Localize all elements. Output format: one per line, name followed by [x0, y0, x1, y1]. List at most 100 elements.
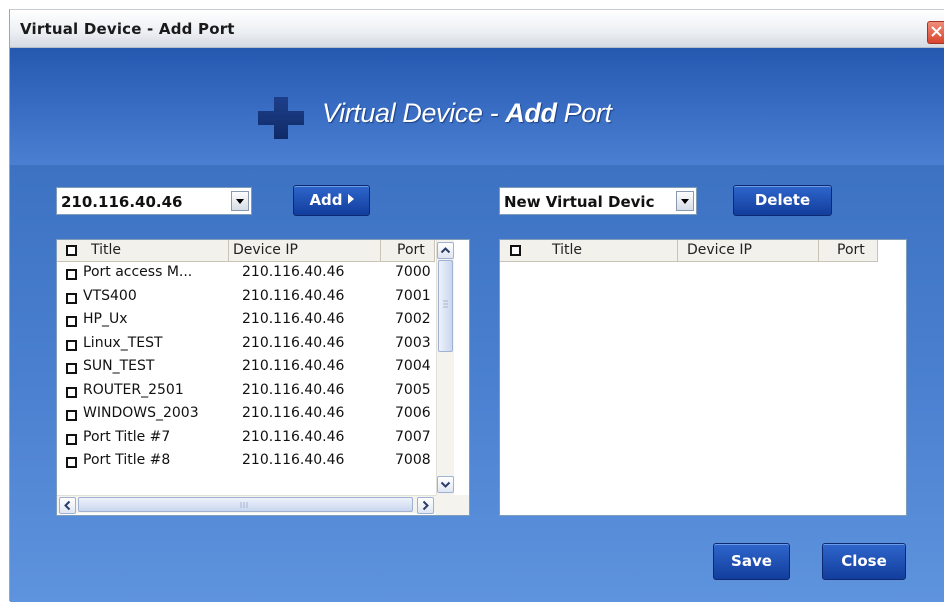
horizontal-scroll-thumb[interactable]	[78, 497, 413, 512]
target-device-value: New Virtual Devic	[504, 193, 655, 211]
row-checkbox[interactable]	[66, 410, 77, 421]
row-checkbox[interactable]	[66, 316, 77, 327]
column-title-label: Title	[552, 242, 583, 258]
scroll-thumb[interactable]	[438, 260, 453, 352]
cell-port: 7002	[395, 311, 431, 327]
table-row[interactable]: Port Title #7 210.116.40.46 7007	[57, 427, 435, 448]
cell-device-ip: 210.116.40.46	[242, 334, 345, 351]
row-checkbox[interactable]	[66, 339, 77, 351]
close-button-label: Close	[841, 552, 887, 570]
scroll-down-button[interactable]	[437, 476, 454, 493]
cell-port: 7006	[395, 405, 431, 421]
plus-cross-icon	[258, 97, 304, 139]
row-checkbox[interactable]	[66, 386, 77, 398]
column-header-port[interactable]: Port	[819, 240, 878, 261]
cell-device-ip: 210.116.40.46	[242, 428, 345, 445]
arrow-right-icon	[347, 194, 354, 204]
cell-device-ip: 210.116.40.46	[242, 287, 345, 304]
table-row[interactable]: SUN_TEST 210.116.40.46 7004	[57, 356, 435, 377]
close-button[interactable]: Close	[822, 543, 906, 580]
vertical-scrollbar[interactable]	[436, 240, 454, 495]
list-header: Title Device IP Port	[500, 240, 878, 262]
cell-device-ip: 210.116.40.46	[242, 311, 345, 327]
scroll-right-button[interactable]	[417, 497, 434, 514]
chevron-right-icon	[422, 500, 429, 511]
scroll-corner	[436, 495, 469, 515]
add-port-window: Virtual Device - Add Port Virtual Device…	[9, 9, 944, 602]
column-port-label: Port	[837, 242, 865, 258]
cell-device-ip: 210.116.40.46	[242, 452, 345, 468]
cell-port: 7001	[395, 287, 431, 304]
source-device-select[interactable]: 210.116.40.46	[56, 187, 252, 215]
column-header-port[interactable]: Port	[381, 240, 435, 261]
cell-title: ROUTER_2501	[83, 381, 184, 398]
grip-icon	[240, 502, 248, 508]
cell-title: Linux_TEST	[83, 334, 163, 351]
table-row[interactable]: HP_Ux 210.116.40.46 7002	[57, 309, 435, 330]
cell-title: WINDOWS_2003	[83, 405, 199, 421]
list-header: Title Device IP Port	[57, 240, 435, 262]
window-close-button[interactable]	[927, 21, 944, 44]
title-bar[interactable]: Virtual Device - Add Port	[10, 10, 944, 48]
table-row[interactable]: Port access M... 210.116.40.46 7000	[57, 262, 435, 283]
cell-device-ip: 210.116.40.46	[242, 358, 345, 374]
cell-port: 7008	[395, 452, 431, 468]
cell-port: 7007	[395, 428, 431, 445]
select-all-checkbox[interactable]	[66, 245, 77, 256]
virtual-device-ports-list[interactable]: Title Device IP Port	[499, 239, 907, 516]
chevron-left-icon	[64, 500, 71, 511]
column-ip-label: Device IP	[233, 242, 298, 258]
column-header-title[interactable]: Title	[57, 240, 229, 261]
cell-title: SUN_TEST	[83, 358, 155, 374]
column-port-label: Port	[397, 242, 425, 258]
row-checkbox[interactable]	[66, 269, 77, 280]
target-device-select[interactable]: New Virtual Devic	[499, 187, 697, 215]
cell-title: Port Title #7	[83, 428, 171, 445]
row-checkbox[interactable]	[66, 457, 77, 468]
cell-device-ip: 210.116.40.46	[242, 405, 345, 421]
chevron-down-icon[interactable]	[231, 191, 249, 211]
save-button-label: Save	[731, 552, 772, 570]
cell-device-ip: 210.116.40.46	[242, 381, 345, 398]
close-icon	[931, 26, 942, 37]
cell-device-ip: 210.116.40.46	[242, 264, 345, 280]
column-header-title[interactable]: Title	[500, 240, 678, 261]
delete-button[interactable]: Delete	[733, 185, 832, 216]
select-all-checkbox[interactable]	[510, 245, 521, 256]
table-row[interactable]: ROUTER_2501 210.116.40.46 7005	[57, 380, 435, 401]
column-ip-label: Device IP	[687, 242, 752, 258]
scroll-left-button[interactable]	[59, 497, 76, 514]
header-banner: Virtual Device - Add Port	[10, 48, 944, 165]
row-checkbox[interactable]	[66, 292, 77, 304]
cell-port: 7004	[395, 358, 431, 374]
horizontal-scrollbar[interactable]	[57, 495, 436, 514]
table-row[interactable]: VTS400 210.116.40.46 7001	[57, 286, 435, 307]
save-button[interactable]: Save	[713, 543, 790, 580]
grip-icon	[443, 300, 448, 308]
table-row[interactable]: Port Title #8 210.116.40.46 7008	[57, 450, 435, 471]
row-checkbox[interactable]	[66, 363, 77, 374]
cell-port: 7000	[395, 264, 431, 280]
add-button-label: Add	[309, 191, 343, 209]
delete-button-label: Delete	[754, 191, 811, 209]
cell-title: HP_Ux	[83, 311, 128, 327]
available-ports-list[interactable]: Title Device IP Port Port access M... 210…	[56, 239, 470, 516]
chevron-up-icon	[440, 247, 451, 254]
source-device-value: 210.116.40.46	[61, 193, 183, 211]
content-area: 210.116.40.46 Add New Virtual Devic Dele…	[10, 165, 944, 602]
chevron-down-icon[interactable]	[676, 191, 694, 211]
column-title-label: Title	[91, 242, 122, 258]
window-title: Virtual Device - Add Port	[20, 20, 235, 38]
cell-port: 7005	[395, 381, 431, 398]
add-button[interactable]: Add	[293, 185, 370, 216]
column-header-device-ip[interactable]: Device IP	[678, 240, 819, 261]
column-header-device-ip[interactable]: Device IP	[229, 240, 381, 261]
cell-port: 7003	[395, 334, 431, 351]
row-checkbox[interactable]	[66, 433, 77, 445]
table-row[interactable]: WINDOWS_2003 210.116.40.46 7006	[57, 403, 435, 424]
cell-title: Port Title #8	[83, 452, 171, 468]
scroll-up-button[interactable]	[437, 242, 454, 259]
table-row[interactable]: Linux_TEST 210.116.40.46 7003	[57, 333, 435, 354]
banner-title: Virtual Device - Add Port	[322, 98, 612, 128]
cell-title: Port access M...	[83, 264, 193, 280]
